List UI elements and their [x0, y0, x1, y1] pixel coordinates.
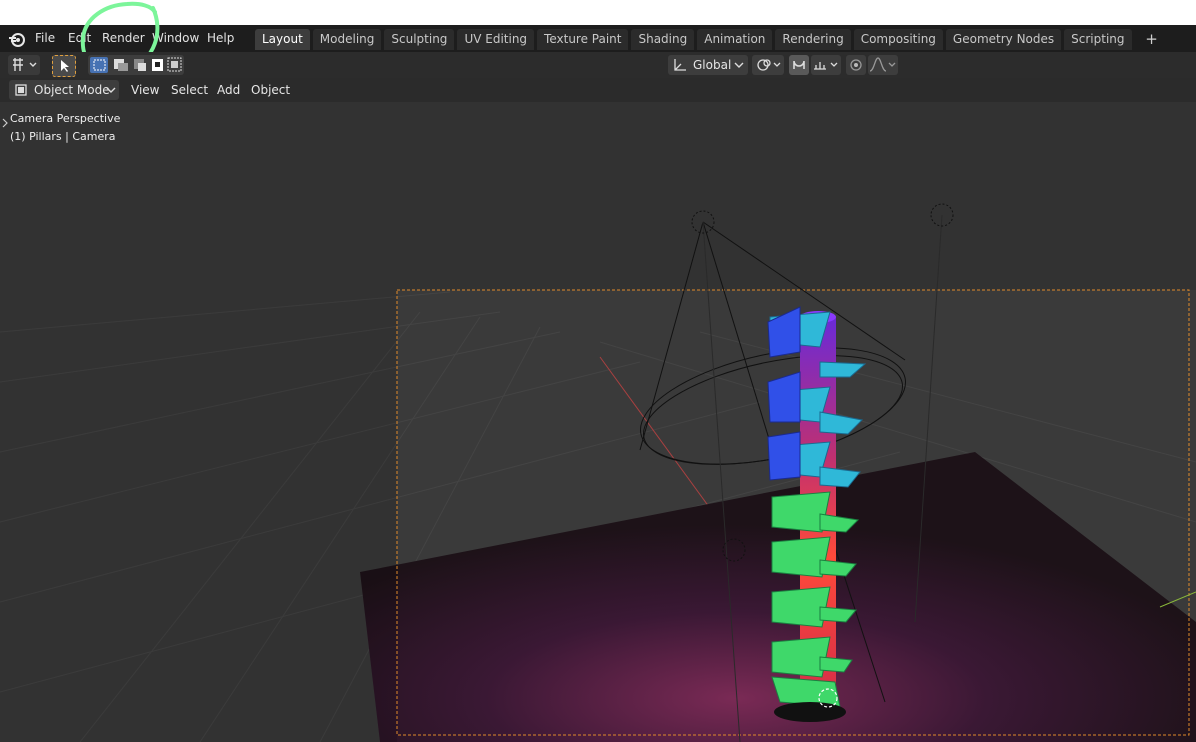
snap-increment-icon	[814, 62, 838, 70]
workspace-tabs: Layout Modeling Sculpting UV Editing Tex…	[255, 29, 1172, 50]
transform-orientation-dropdown[interactable]: Global	[668, 55, 748, 75]
tab-shading[interactable]: Shading	[631, 29, 695, 50]
blender-logo-icon[interactable]	[8, 30, 26, 48]
pivot-point-icon	[757, 59, 781, 71]
tab-animation[interactable]: Animation	[697, 29, 773, 50]
top-menubar: File Edit Render Window Help Layout Mode…	[0, 25, 1196, 52]
add-workspace-button[interactable]: +	[1135, 29, 1169, 50]
viewport-scene	[0, 102, 1196, 742]
tool-settings-bar: Global	[0, 52, 1196, 78]
mode-dropdown[interactable]: Object Mode	[9, 80, 119, 100]
menu-file[interactable]: File	[35, 25, 55, 52]
tab-texture-paint[interactable]: Texture Paint	[537, 29, 629, 50]
selection-modes-icon[interactable]	[88, 55, 184, 75]
3d-viewport[interactable]: Camera Perspective (1) Pillars | Camera	[0, 102, 1196, 742]
tab-sculpting[interactable]: Sculpting	[384, 29, 455, 50]
menu-select[interactable]: Select	[171, 81, 208, 99]
tab-uv-editing[interactable]: UV Editing	[457, 29, 535, 50]
grid-axes-icon	[13, 58, 37, 71]
proportional-edit-button[interactable]	[846, 55, 866, 75]
editor-type-button[interactable]	[8, 55, 40, 75]
chevron-down-icon	[106, 87, 116, 93]
camera-perspective-label: Camera Perspective	[10, 112, 121, 125]
snap-target-dropdown[interactable]	[811, 55, 841, 75]
selection-mode-group	[88, 55, 184, 75]
orientation-axes-icon	[674, 59, 686, 71]
pivot-point-dropdown[interactable]	[752, 55, 784, 75]
active-object-label: (1) Pillars | Camera	[10, 130, 116, 143]
proportional-edit-icon	[850, 59, 862, 71]
chevron-right-icon[interactable]	[1, 118, 9, 128]
magnet-icon	[793, 60, 805, 69]
tab-layout[interactable]: Layout	[255, 29, 310, 50]
tab-rendering[interactable]: Rendering	[775, 29, 851, 50]
chevron-down-icon	[734, 62, 744, 68]
mode-label: Object Mode	[34, 83, 110, 97]
tab-geometry-nodes[interactable]: Geometry Nodes	[945, 29, 1062, 50]
select-tool-button[interactable]	[52, 55, 76, 77]
transform-orientation-label: Global	[693, 58, 732, 72]
snap-toggle-button[interactable]	[789, 55, 809, 75]
object-mode-icon	[15, 84, 27, 96]
tab-modeling[interactable]: Modeling	[312, 29, 382, 50]
menu-add[interactable]: Add	[217, 81, 240, 99]
viewport-header: Object Mode View Select Add Object	[0, 78, 1196, 102]
proportional-falloff-dropdown[interactable]	[868, 55, 898, 75]
menu-view[interactable]: View	[131, 81, 159, 99]
falloff-curve-icon	[869, 57, 896, 72]
tab-scripting[interactable]: Scripting	[1064, 29, 1132, 50]
tab-compositing[interactable]: Compositing	[853, 29, 943, 50]
menu-object[interactable]: Object	[251, 81, 290, 99]
menu-help[interactable]: Help	[207, 25, 234, 52]
cursor-arrow-icon	[61, 60, 69, 72]
